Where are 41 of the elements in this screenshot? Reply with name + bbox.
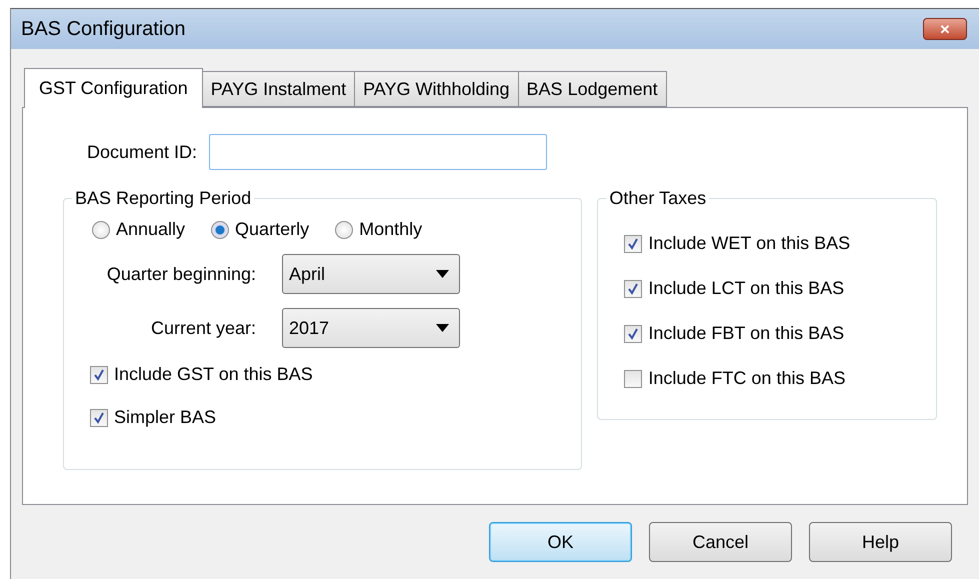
dialog-button[interactable]: OK xyxy=(489,522,632,562)
checkbox-label: Include FTC on this BAS xyxy=(648,368,846,389)
checkbox[interactable] xyxy=(90,408,108,426)
dropdown[interactable]: 2017 xyxy=(282,308,460,348)
group-title: Other Taxes xyxy=(608,188,708,209)
checkmark-icon xyxy=(627,238,640,250)
checkbox[interactable] xyxy=(624,234,642,252)
field-label: Current year: xyxy=(150,318,257,338)
tab[interactable]: GST Configuration xyxy=(24,68,203,108)
field-label: Quarter beginning: xyxy=(106,264,257,284)
radio-label: Annually xyxy=(116,219,186,240)
group-title: BAS Reporting Period xyxy=(74,188,252,209)
field-label: Document ID: xyxy=(87,142,198,162)
radio-label: Quarterly xyxy=(235,219,310,240)
tab[interactable]: BAS Lodgement xyxy=(518,71,667,107)
document-id-field[interactable] xyxy=(209,134,548,170)
checkbox-label: Include FBT on this BAS xyxy=(648,323,844,344)
checkbox[interactable] xyxy=(90,366,108,384)
radio-button[interactable] xyxy=(92,220,110,238)
tab[interactable]: PAYG Instalment xyxy=(202,71,356,107)
tab[interactable]: PAYG Withholding xyxy=(354,71,519,107)
caret-icon xyxy=(436,324,449,332)
dialog-button[interactable]: Help xyxy=(809,522,952,562)
window-title: BAS Configuration xyxy=(21,18,186,40)
radio-button[interactable] xyxy=(335,220,354,238)
checkbox-label: Simpler BAS xyxy=(114,407,216,428)
checkbox-label: Include GST on this BAS xyxy=(114,364,313,385)
checkmark-icon xyxy=(93,412,105,424)
radio-button[interactable] xyxy=(211,220,230,238)
checkbox[interactable] xyxy=(624,324,642,342)
dialog-button[interactable]: Cancel xyxy=(649,522,792,562)
checkbox[interactable] xyxy=(624,370,642,388)
checkmark-icon xyxy=(627,328,640,340)
checkmark-icon xyxy=(627,282,640,294)
radio-label: Monthly xyxy=(359,219,422,240)
checkbox[interactable] xyxy=(624,280,642,298)
checkbox-label: Include LCT on this BAS xyxy=(648,278,844,299)
caret-icon xyxy=(436,270,449,278)
checkbox-label: Include WET on this BAS xyxy=(648,233,850,254)
checkmark-icon xyxy=(93,368,105,380)
dropdown[interactable]: April xyxy=(282,254,460,294)
